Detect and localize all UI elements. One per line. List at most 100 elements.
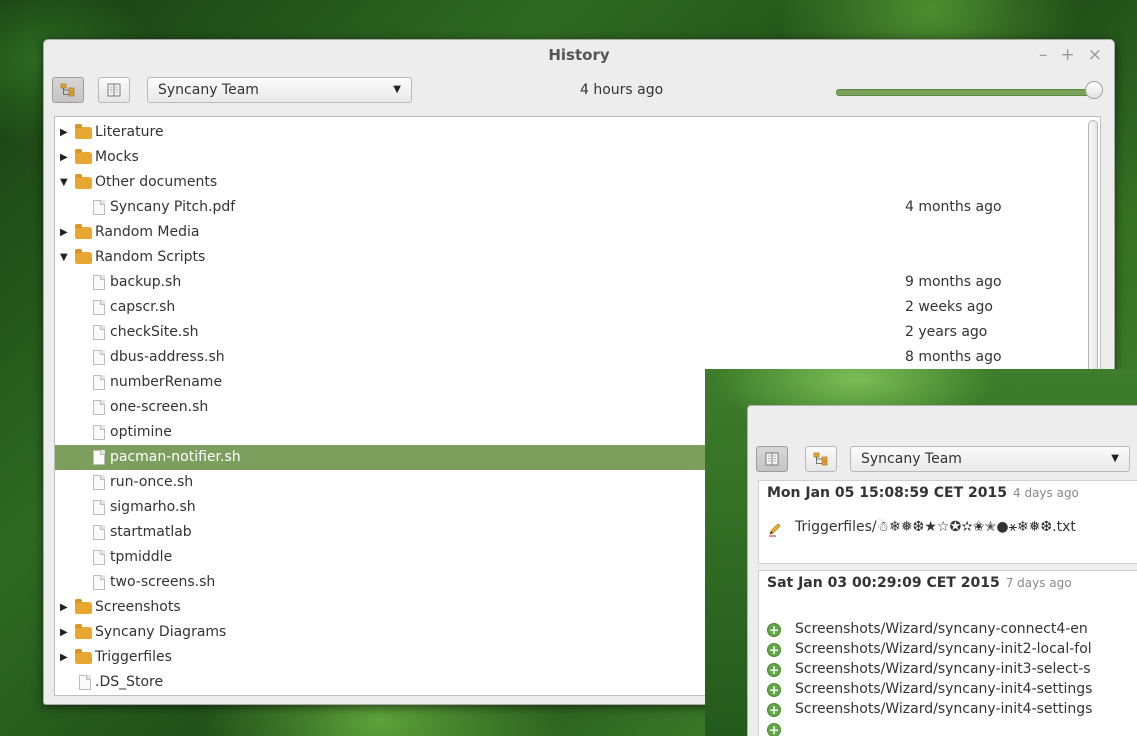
change-item[interactable]: + Screenshots/Wizard/syncany-connect4-en bbox=[767, 621, 1088, 637]
log-window-region: Syncany Team ▼ Mon Jan 05 15:08:59 CET 2… bbox=[705, 369, 1137, 736]
expand-arrow-icon[interactable]: ▶ bbox=[60, 145, 68, 170]
tree-view-icon bbox=[813, 452, 828, 466]
tree-item-label: two-screens.sh bbox=[110, 574, 216, 590]
tree-item-label: tpmiddle bbox=[110, 549, 173, 565]
chevron-down-icon: ▼ bbox=[393, 84, 401, 95]
folder-select[interactable]: Syncany Team ▼ bbox=[147, 77, 412, 103]
folder-icon bbox=[75, 174, 92, 189]
tree-file-row[interactable]: dbus-address.sh 8 months ago bbox=[55, 345, 1085, 370]
file-icon bbox=[93, 375, 105, 390]
change-item[interactable]: Triggerfiles/☃❄❅❆★☆✪✫✬✭●⚹❄❅❆.txt bbox=[769, 519, 1076, 537]
tree-item-modified: 9 months ago bbox=[905, 274, 1002, 290]
tree-item-label: sigmarho.sh bbox=[110, 499, 196, 515]
history-entry[interactable]: Sat Jan 03 00:29:09 CET 2015 7 days ago +… bbox=[758, 570, 1137, 736]
time-slider-handle[interactable] bbox=[1085, 81, 1103, 99]
tree-folder-row[interactable]: ▶ Random Media bbox=[55, 220, 1085, 245]
expand-arrow-icon[interactable]: ▶ bbox=[60, 120, 68, 145]
tree-item-label: run-once.sh bbox=[110, 474, 194, 490]
tree-item-label: startmatlab bbox=[110, 524, 192, 540]
entry-header: Mon Jan 05 15:08:59 CET 2015 4 days ago bbox=[767, 485, 1079, 501]
tree-item-label: Syncany Pitch.pdf bbox=[110, 199, 236, 215]
tree-item-label: optimine bbox=[110, 424, 172, 440]
tree-item-modified: 4 months ago bbox=[905, 199, 1002, 215]
entry-date: Mon Jan 05 15:08:59 CET 2015 bbox=[767, 485, 1007, 501]
tree-item-label: Random Media bbox=[95, 224, 200, 240]
plus-circle-icon: + bbox=[767, 703, 781, 717]
expand-arrow-icon[interactable]: ▶ bbox=[60, 645, 68, 670]
folder-icon bbox=[75, 599, 92, 614]
collapse-arrow-icon[interactable]: ▼ bbox=[60, 245, 68, 270]
file-icon bbox=[79, 675, 91, 690]
log-window: Syncany Team ▼ Mon Jan 05 15:08:59 CET 2… bbox=[747, 405, 1137, 736]
change-path: Screenshots/Wizard/syncany-init2-local-f… bbox=[795, 641, 1092, 657]
expand-arrow-icon[interactable]: ▶ bbox=[60, 220, 68, 245]
file-icon bbox=[93, 350, 105, 365]
tree-item-label: backup.sh bbox=[110, 274, 182, 290]
tree-item-label: Mocks bbox=[95, 149, 139, 165]
tree-folder-row[interactable]: ▼ Random Scripts bbox=[55, 245, 1085, 270]
entry-date: Sat Jan 03 00:29:09 CET 2015 bbox=[767, 575, 1000, 591]
change-path: Screenshots/Wizard/syncany-init4-setting… bbox=[795, 681, 1093, 697]
folder-icon bbox=[75, 149, 92, 164]
minimize-button[interactable]: – bbox=[1039, 45, 1048, 65]
tree-file-row[interactable]: backup.sh 9 months ago bbox=[55, 270, 1085, 295]
tree-item-modified: 2 weeks ago bbox=[905, 299, 993, 315]
tree-file-row[interactable]: Syncany Pitch.pdf 4 months ago bbox=[55, 195, 1085, 220]
folder-icon bbox=[75, 224, 92, 239]
file-icon bbox=[93, 525, 105, 540]
time-slider[interactable] bbox=[836, 89, 1100, 96]
tree-file-row[interactable]: checkSite.sh 2 years ago bbox=[55, 320, 1085, 345]
change-item[interactable]: + Screenshots/Wizard/syncany-init4-setti… bbox=[767, 701, 1093, 717]
plus-circle-icon: + bbox=[767, 643, 781, 657]
book-icon bbox=[107, 83, 121, 97]
toolbar: Syncany Team ▼ 4 hours ago bbox=[44, 74, 1114, 108]
file-icon bbox=[93, 500, 105, 515]
log-view-button[interactable] bbox=[756, 446, 788, 472]
tree-folder-row[interactable]: ▶ Literature bbox=[55, 120, 1085, 145]
file-icon bbox=[93, 325, 105, 340]
tree-view-button[interactable] bbox=[805, 446, 837, 472]
tree-folder-row[interactable]: ▶ Mocks bbox=[55, 145, 1085, 170]
folder-icon bbox=[75, 249, 92, 264]
tree-item-label: Other documents bbox=[95, 174, 218, 190]
tree-item-modified: 8 months ago bbox=[905, 349, 1002, 365]
plus-circle-icon: + bbox=[767, 723, 781, 736]
folder-icon bbox=[75, 624, 92, 639]
book-icon bbox=[765, 452, 779, 466]
expand-arrow-icon[interactable]: ▶ bbox=[60, 620, 68, 645]
window-title: History bbox=[548, 46, 610, 64]
file-icon bbox=[93, 425, 105, 440]
file-icon bbox=[93, 200, 105, 215]
tree-item-label: .DS_Store bbox=[95, 674, 164, 690]
close-button[interactable]: × bbox=[1088, 45, 1102, 65]
change-path: Screenshots/Wizard/syncany-connect4-en bbox=[795, 621, 1088, 637]
change-item[interactable]: + Screenshots/Wizard/syncany-init2-local… bbox=[767, 641, 1092, 657]
plus-circle-icon: + bbox=[767, 623, 781, 637]
history-entry[interactable]: Mon Jan 05 15:08:59 CET 2015 4 days ago T… bbox=[758, 480, 1137, 564]
tree-item-label: Random Scripts bbox=[95, 249, 206, 265]
entry-header: Sat Jan 03 00:29:09 CET 2015 7 days ago bbox=[767, 575, 1072, 591]
folder-icon bbox=[75, 124, 92, 139]
plus-circle-icon: + bbox=[767, 683, 781, 697]
expand-arrow-icon[interactable]: ▶ bbox=[60, 595, 68, 620]
maximize-button[interactable]: + bbox=[1061, 45, 1075, 65]
change-path: Screenshots/Wizard/syncany-init3-select-… bbox=[795, 661, 1091, 677]
log-view-button[interactable] bbox=[98, 77, 130, 103]
collapse-arrow-icon[interactable]: ▼ bbox=[60, 170, 68, 195]
file-icon bbox=[93, 450, 105, 465]
tree-folder-row[interactable]: ▼ Other documents bbox=[55, 170, 1085, 195]
title-bar[interactable]: History – + × bbox=[44, 40, 1114, 72]
folder-icon bbox=[75, 649, 92, 664]
folder-select-value: Syncany Team bbox=[861, 451, 962, 467]
window-controls: – + × bbox=[1039, 45, 1102, 65]
change-item[interactable]: + Screenshots/Wizard/syncany-init4-setti… bbox=[767, 681, 1093, 697]
file-icon bbox=[93, 275, 105, 290]
change-path: Screenshots/Wizard/syncany-init4-setting… bbox=[795, 701, 1093, 717]
tree-file-row[interactable]: capscr.sh 2 weeks ago bbox=[55, 295, 1085, 320]
plus-circle-icon: + bbox=[767, 663, 781, 677]
folder-select[interactable]: Syncany Team ▼ bbox=[850, 446, 1130, 472]
change-item[interactable]: + Screenshots/Wizard/syncany-init3-selec… bbox=[767, 661, 1091, 677]
entry-ago: 7 days ago bbox=[1005, 576, 1072, 590]
tree-view-button[interactable] bbox=[52, 77, 84, 103]
file-icon bbox=[93, 575, 105, 590]
